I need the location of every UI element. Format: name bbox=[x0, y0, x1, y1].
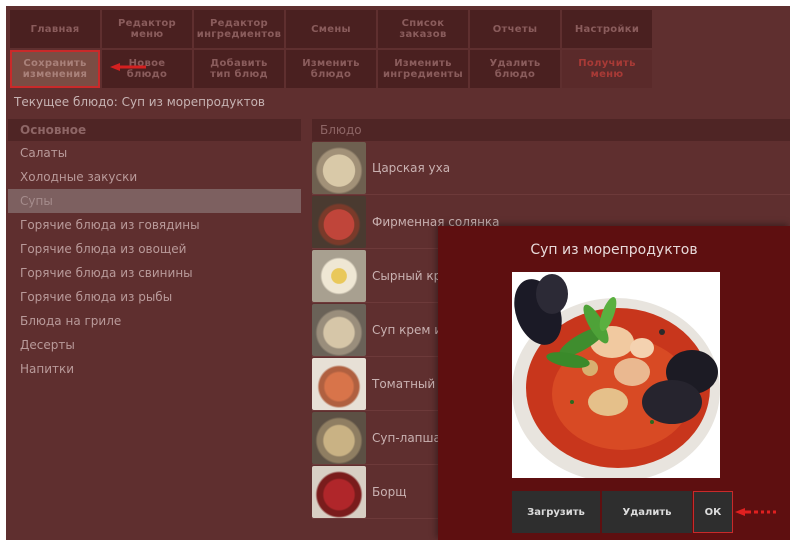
upload-button[interactable]: Загрузить bbox=[512, 491, 600, 533]
delete-dish-button[interactable]: Удалить блюдо bbox=[470, 50, 560, 88]
dish-list-header: Блюдо bbox=[312, 119, 790, 141]
category-item[interactable]: Салаты bbox=[8, 141, 301, 165]
annotation-arrow-icon bbox=[735, 508, 776, 516]
dish-name: Борщ bbox=[372, 484, 407, 499]
category-item[interactable]: Напитки bbox=[8, 357, 301, 381]
nav-orders-button[interactable]: Список заказов bbox=[378, 10, 468, 48]
dish-name: Томатный с bbox=[372, 376, 446, 391]
nav-reports-button[interactable]: Отчеты bbox=[470, 10, 560, 48]
category-item[interactable]: Холодные закуски bbox=[8, 165, 301, 189]
dish-thumbnail bbox=[312, 195, 366, 248]
dish-thumbnail bbox=[312, 141, 366, 194]
dish-thumbnail bbox=[312, 411, 366, 464]
toolbar-row-actions: Сохранить изменения Новое блюдо Добавить… bbox=[10, 50, 652, 88]
dialog-title: Суп из морепродуктов bbox=[530, 242, 698, 258]
get-menu-button[interactable]: Получить меню bbox=[562, 50, 652, 88]
dish-row[interactable]: Царская уха bbox=[312, 141, 790, 195]
save-changes-button[interactable]: Сохранить изменения bbox=[10, 50, 100, 88]
nav-settings-button[interactable]: Настройки bbox=[562, 10, 652, 48]
category-item-active[interactable]: Супы bbox=[8, 189, 301, 213]
nav-home-button[interactable]: Главная bbox=[10, 10, 100, 48]
nav-shifts-button[interactable]: Смены bbox=[286, 10, 376, 48]
category-item[interactable]: Горячие блюда из свинины bbox=[8, 261, 301, 285]
current-dish-label: Текущее блюдо: Суп из морепродуктов bbox=[14, 95, 265, 109]
annotation-arrow-icon bbox=[110, 63, 146, 71]
category-item[interactable]: Блюда на гриле bbox=[8, 309, 301, 333]
dish-thumbnail bbox=[312, 465, 366, 518]
dish-thumbnail bbox=[312, 357, 366, 410]
category-item[interactable]: Десерты bbox=[8, 333, 301, 357]
category-header: Основное bbox=[8, 119, 301, 141]
category-sidebar: Основное Салаты Холодные закуски Супы Го… bbox=[8, 119, 301, 381]
category-item[interactable]: Горячие блюда из рыбы bbox=[8, 285, 301, 309]
dish-thumbnail bbox=[312, 249, 366, 302]
seafood-soup-image bbox=[512, 272, 720, 478]
nav-menu-editor-button[interactable]: Редактор меню bbox=[102, 10, 192, 48]
dish-thumbnail bbox=[312, 303, 366, 356]
toolbar-row-main: Главная Редактор меню Редактор ингредиен… bbox=[10, 10, 652, 48]
category-item[interactable]: Горячие блюда из говядины bbox=[8, 213, 301, 237]
ok-button[interactable]: ОК bbox=[693, 491, 733, 533]
dish-name: Суп крем из bbox=[372, 322, 449, 337]
nav-ingredients-editor-button[interactable]: Редактор ингредиентов bbox=[194, 10, 284, 48]
dish-image-dialog: Суп из морепродуктов Загрузить Удалить О… bbox=[438, 226, 790, 540]
delete-image-button[interactable]: Удалить bbox=[602, 491, 692, 533]
edit-ingredients-button[interactable]: Изменить ингредиенты bbox=[378, 50, 468, 88]
app-window: Главная Редактор меню Редактор ингредиен… bbox=[6, 6, 790, 540]
category-item[interactable]: Горячие блюда из овощей bbox=[8, 237, 301, 261]
dish-photo bbox=[512, 272, 720, 478]
toolbar: Главная Редактор меню Редактор ингредиен… bbox=[10, 10, 652, 90]
add-dish-type-button[interactable]: Добавить тип блюд bbox=[194, 50, 284, 88]
edit-dish-button[interactable]: Изменить блюдо bbox=[286, 50, 376, 88]
dish-name: Царская уха bbox=[372, 160, 451, 175]
